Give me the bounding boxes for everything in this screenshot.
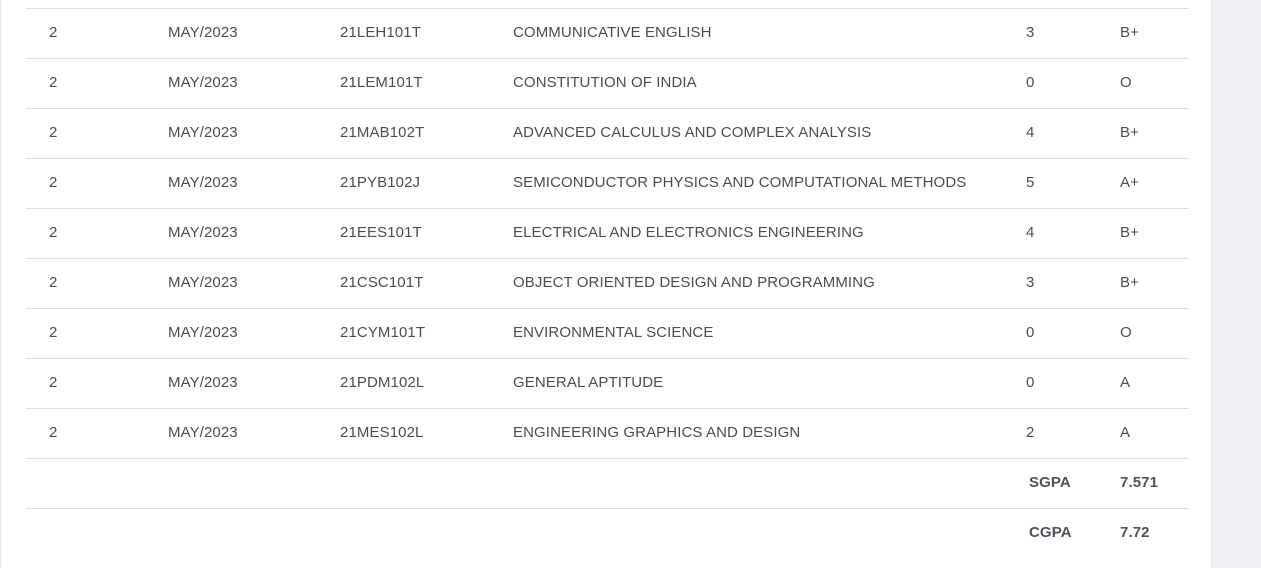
grade-cell: O [1120,74,1132,91]
month-year-cell: MAY/2023 [168,174,238,191]
semester-cell: 2 [49,324,58,341]
semester-cell: 2 [49,374,58,391]
sgpa-row: SGPA 7.571 [26,459,1189,509]
course-code-cell: 21EES101T [340,224,422,241]
table-row: 2 MAY/2023 21CSC101T OBJECT ORIENTED DES… [26,259,1189,309]
month-year-cell: MAY/2023 [168,74,238,91]
course-code-cell: 21LEH101T [340,24,421,41]
course-code-cell: 21PYB102J [340,174,421,191]
cgpa-row: CGPA 7.72 [26,509,1189,559]
month-year-cell: MAY/2023 [168,374,238,391]
grade-cell: A+ [1120,174,1139,191]
table-row: 2 MAY/2023 21MES102L ENGINEERING GRAPHIC… [26,409,1189,459]
course-title-cell: ADVANCED CALCULUS AND COMPLEX ANALYSIS [513,124,872,141]
credit-cell: 5 [1026,174,1035,191]
course-code-cell: 21PDM102L [340,374,425,391]
table-row: 2 MAY/2023 21LEH101T COMMUNICATIVE ENGLI… [26,9,1189,59]
course-code-cell: 21MES102L [340,424,424,441]
semester-cell: 2 [49,274,58,291]
course-code-cell: 21LEM101T [340,74,423,91]
results-table: 2 MAY/2023 21LEH101T COMMUNICATIVE ENGLI… [26,8,1189,559]
course-title-cell: ELECTRICAL AND ELECTRONICS ENGINEERING [513,224,864,241]
semester-cell: 2 [49,124,58,141]
course-title-cell: OBJECT ORIENTED DESIGN AND PROGRAMMING [513,274,875,291]
month-year-cell: MAY/2023 [168,24,238,41]
credit-cell: 2 [1026,424,1035,441]
month-year-cell: MAY/2023 [168,224,238,241]
month-year-cell: MAY/2023 [168,274,238,291]
grade-cell: O [1120,324,1132,341]
course-title-cell: ENGINEERING GRAPHICS AND DESIGN [513,424,801,441]
grade-cell: A [1120,424,1131,441]
course-code-cell: 21MAB102T [340,124,425,141]
course-title-cell: ENVIRONMENTAL SCIENCE [513,324,714,341]
credit-cell: 0 [1026,324,1035,341]
cgpa-value: 7.72 [1120,524,1150,541]
grade-cell: A [1120,374,1131,391]
results-card: 2 MAY/2023 21LEH101T COMMUNICATIVE ENGLI… [0,0,1212,568]
course-code-cell: 21CSC101T [340,274,424,291]
semester-cell: 2 [49,174,58,191]
credit-cell: 4 [1026,224,1035,241]
course-title-cell: SEMICONDUCTOR PHYSICS AND COMPUTATIONAL … [513,174,967,191]
sgpa-label: SGPA [1029,474,1071,491]
course-title-cell: COMMUNICATIVE ENGLISH [513,24,712,41]
sgpa-value: 7.571 [1120,474,1159,491]
table-row: 2 MAY/2023 21PYB102J SEMICONDUCTOR PHYSI… [26,159,1189,209]
credit-cell: 3 [1026,24,1035,41]
course-title-cell: GENERAL APTITUDE [513,374,664,391]
course-title-cell: CONSTITUTION OF INDIA [513,74,697,91]
semester-cell: 2 [49,24,58,41]
semester-cell: 2 [49,424,58,441]
credit-cell: 3 [1026,274,1035,291]
cgpa-label: CGPA [1029,524,1072,541]
table-row: 2 MAY/2023 21EES101T ELECTRICAL AND ELEC… [26,209,1189,259]
credit-cell: 4 [1026,124,1035,141]
grade-cell: B+ [1120,224,1139,241]
table-row: 2 MAY/2023 21MAB102T ADVANCED CALCULUS A… [26,109,1189,159]
table-row: 2 MAY/2023 21PDM102L GENERAL APTITUDE 0 … [26,359,1189,409]
credit-cell: 0 [1026,374,1035,391]
month-year-cell: MAY/2023 [168,424,238,441]
course-code-cell: 21CYM101T [340,324,426,341]
semester-cell: 2 [49,74,58,91]
grade-cell: B+ [1120,124,1139,141]
grade-cell: B+ [1120,274,1139,291]
table-row: 2 MAY/2023 21CYM101T ENVIRONMENTAL SCIEN… [26,309,1189,359]
grade-cell: B+ [1120,24,1139,41]
table-row: 2 MAY/2023 21LEM101T CONSTITUTION OF IND… [26,59,1189,109]
credit-cell: 0 [1026,74,1035,91]
month-year-cell: MAY/2023 [168,124,238,141]
semester-cell: 2 [49,224,58,241]
month-year-cell: MAY/2023 [168,324,238,341]
